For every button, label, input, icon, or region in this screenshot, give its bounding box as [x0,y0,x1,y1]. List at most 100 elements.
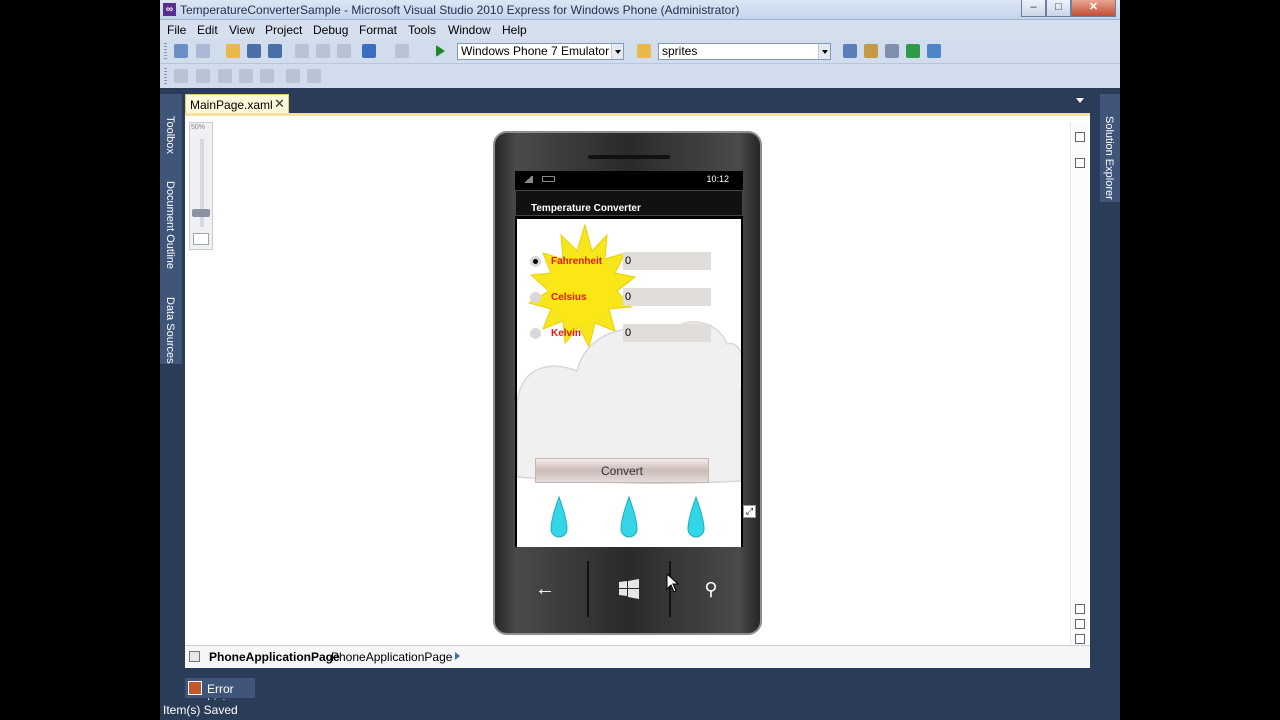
back-button[interactable]: ← [505,561,585,617]
menu-bar: File Edit View Project Debug Format Tool… [160,20,1120,39]
minimize-button[interactable]: – [1021,0,1046,17]
toolbox-icon[interactable] [885,44,899,58]
label-kelvin: Kelvin [551,328,582,339]
start-page-icon[interactable] [906,44,920,58]
expand-icon[interactable] [1075,132,1085,142]
app-title: Temperature Converter [531,203,641,214]
error-list-tab[interactable]: Error List [185,678,255,710]
find-combo[interactable]: sprites [658,43,831,60]
chevron-down-icon[interactable] [818,44,830,59]
chevron-right-icon[interactable] [455,652,464,660]
menu-help[interactable]: Help [502,23,527,37]
extension-manager-icon[interactable] [927,44,941,58]
target-device-combo[interactable]: Windows Phone 7 Emulator [457,43,624,60]
align-center-icon[interactable] [196,69,210,83]
new-project-icon[interactable] [174,44,188,58]
windows-logo-icon [619,579,639,599]
solution-explorer-icon[interactable] [843,44,857,58]
close-tab-icon[interactable]: ✕ [274,96,285,112]
order-icon[interactable] [307,69,321,83]
window-title: TemperatureConverterSample - Microsoft V… [180,3,740,17]
toolbox-tab[interactable]: Toolbox [164,116,176,154]
find-combo-value: sprites [662,44,698,58]
menu-project[interactable]: Project [265,23,302,37]
document-tab-strip: MainPage.xaml ✕ [185,94,1090,114]
menu-format[interactable]: Format [359,23,397,37]
layout-toolbar [160,64,1120,88]
zoom-slider[interactable]: 50% [189,122,213,250]
chevron-down-icon[interactable] [611,44,623,59]
document-tab-label: MainPage.xaml [190,98,273,112]
font-size-icon[interactable] [239,69,253,83]
collapse-pane-icon[interactable] [1075,634,1085,644]
status-text: Item(s) Saved [163,703,238,717]
menu-debug[interactable]: Debug [313,23,348,37]
tab-list-dropdown-icon[interactable] [1076,98,1084,107]
menu-tools[interactable]: Tools [408,23,436,37]
start-button[interactable] [589,561,669,617]
spacing-icon[interactable] [286,69,300,83]
kelvin-input[interactable]: 0 [623,324,711,342]
breadcrumb-name[interactable]: PhoneApplicationPage [331,650,452,664]
fahrenheit-input[interactable]: 0 [623,252,711,270]
label-celsius: Celsius [551,292,587,303]
app-content: Fahrenheit 0 Celsius 0 Kelvin 0 Convert [517,219,741,547]
properties-icon[interactable] [864,44,878,58]
copy-icon[interactable] [316,44,330,58]
menu-view[interactable]: View [229,23,255,37]
redo-icon[interactable] [395,44,409,58]
target-device-value: Windows Phone 7 Emulator [461,44,610,58]
status-bar: Item(s) Saved [160,700,1120,720]
left-dock-strip: Toolbox Document Outline Data Sources [160,94,182,364]
document-tab-mainpage[interactable]: MainPage.xaml ✕ [185,94,289,114]
design-canvas[interactable]: 50% 10:12 Temperature Converter Fahrenhe… [185,113,1090,646]
resize-handle-icon[interactable]: ⤢ [743,505,756,518]
start-debugging-icon[interactable] [436,45,451,57]
phone-speaker [588,155,670,159]
undo-icon[interactable] [362,44,376,58]
mouse-cursor-icon [666,573,680,593]
zoom-thumb[interactable] [192,209,210,217]
indent-icon[interactable] [260,69,274,83]
raindrop-icon [550,495,568,538]
zoom-fit-icon[interactable] [193,233,209,245]
toolbar-grip[interactable] [164,43,167,59]
find-in-files-icon[interactable] [637,44,651,58]
collapse-icon[interactable] [1075,158,1085,168]
menu-file[interactable]: File [167,23,186,37]
phone-hardware-buttons: ← ⚲ [505,561,753,619]
align-right-icon[interactable] [218,69,232,83]
breadcrumb-type[interactable]: PhoneApplicationPage [209,650,340,664]
visual-studio-window: ∞ TemperatureConverterSample - Microsoft… [160,0,1120,720]
maximize-button[interactable]: □ [1046,0,1071,17]
menu-edit[interactable]: Edit [197,23,218,37]
label-fahrenheit: Fahrenheit [551,256,603,267]
vertical-scrollbar[interactable] [1070,122,1088,646]
raindrop-icon [620,495,638,538]
save-all-icon[interactable] [268,44,282,58]
save-icon[interactable] [247,44,261,58]
paste-icon[interactable] [337,44,351,58]
align-left-icon[interactable] [174,69,188,83]
phone-clock: 10:12 [706,174,729,184]
radio-kelvin[interactable] [530,328,541,339]
split-vertical-icon[interactable] [1075,604,1085,614]
battery-icon [542,176,555,182]
search-button[interactable]: ⚲ [671,561,751,617]
radio-celsius[interactable] [530,292,541,303]
convert-button[interactable]: Convert [535,458,709,483]
toolbar-grip[interactable] [164,68,167,84]
visual-studio-icon: ∞ [163,3,176,16]
radio-fahrenheit[interactable] [530,256,541,267]
close-button[interactable]: ✕ [1071,0,1116,17]
solution-explorer-tab[interactable]: Solution Explorer [1103,116,1115,200]
split-horizontal-icon[interactable] [1075,619,1085,629]
cut-icon[interactable] [295,44,309,58]
open-folder-icon[interactable] [226,44,240,58]
add-item-icon[interactable] [196,44,210,58]
celsius-input[interactable]: 0 [623,288,711,306]
data-sources-tab[interactable]: Data Sources [164,297,176,364]
document-outline-tab[interactable]: Document Outline [164,181,176,269]
menu-window[interactable]: Window [448,23,491,37]
right-dock-strip: Solution Explorer [1100,94,1120,202]
